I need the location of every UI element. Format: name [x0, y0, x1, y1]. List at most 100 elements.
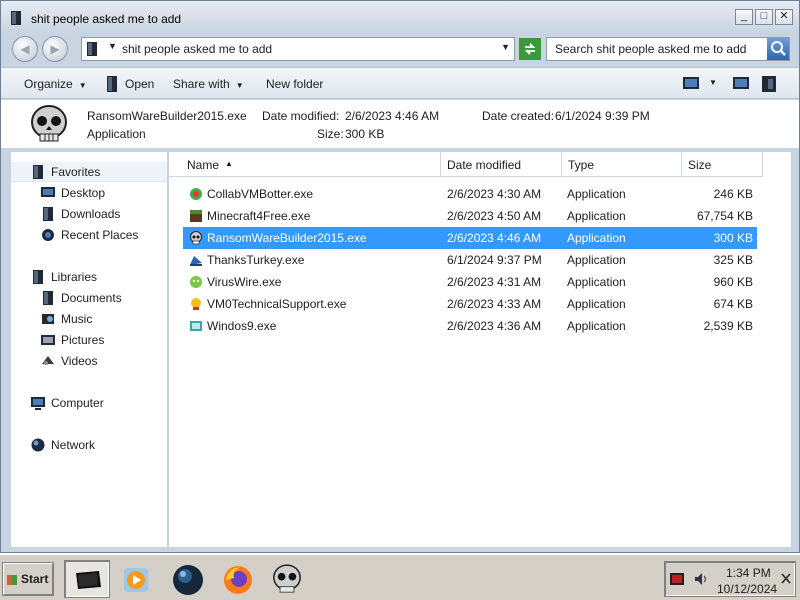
details-created-value: 6/1/2024 9:39 PM	[555, 109, 650, 123]
details-size-label: Size:	[317, 127, 344, 141]
minecraft-app-icon	[190, 210, 202, 222]
sidebar-item-documents[interactable]: Documents	[11, 288, 167, 308]
recent-places-icon	[42, 229, 54, 241]
details-file-type: Application	[87, 127, 146, 141]
sidebar-item-recent-places[interactable]: Recent Places	[11, 225, 167, 245]
file-size: 300 KB	[713, 231, 753, 245]
pictures-icon	[41, 335, 55, 345]
sidebar-item-favorites[interactable]: Favorites	[11, 162, 167, 182]
file-row[interactable]: Minecraft4Free.exe 2/6/2023 4:50 AM Appl…	[183, 205, 757, 227]
address-path[interactable]: shit people asked me to add	[122, 42, 272, 56]
sidebar-item-pictures[interactable]: Pictures	[11, 330, 167, 350]
turkey-app-icon	[190, 256, 202, 266]
column-header-size-label: Size	[688, 158, 712, 172]
forward-button[interactable]: ▶	[42, 36, 68, 62]
title-bar[interactable]: shit people asked me to add _ □ ✕	[1, 1, 799, 33]
taskbar-firefox-button[interactable]	[216, 560, 262, 598]
network-tray-icon[interactable]	[670, 573, 684, 585]
taskbar-globe-button[interactable]	[166, 560, 212, 598]
refresh-icon[interactable]	[519, 38, 541, 60]
address-dropdown-icon[interactable]: ▼	[501, 42, 510, 52]
start-label: Start	[21, 572, 49, 586]
new-folder-button[interactable]: New folder	[266, 77, 323, 91]
file-modified: 2/6/2023 4:30 AM	[447, 187, 542, 201]
videos-icon	[42, 356, 54, 365]
desktop-icon	[41, 187, 55, 197]
maximize-button[interactable]: □	[755, 9, 773, 25]
file-type: Application	[567, 275, 626, 289]
sidebar-item-label: Network	[51, 438, 96, 452]
column-header-date-modified[interactable]: Date modified	[441, 152, 562, 177]
column-header-size[interactable]: Size	[682, 152, 763, 177]
skull-app-icon	[31, 105, 67, 142]
view-options-icon[interactable]	[683, 76, 699, 90]
taskbar-media-player-button[interactable]	[114, 560, 160, 598]
file-name: CollabVMBotter.exe	[207, 187, 314, 201]
file-row-selected[interactable]: RansomWareBuilder2015.exe 2/6/2023 4:46 …	[183, 227, 757, 249]
navigation-pane: Favorites Desktop Downloads Recent Place…	[11, 152, 167, 547]
details-pane: RansomWareBuilder2015.exe Application Da…	[1, 100, 799, 148]
sidebar-item-libraries[interactable]: Libraries	[11, 267, 167, 287]
share-with-button[interactable]: Share with ▼	[173, 77, 244, 91]
windos-app-icon	[190, 321, 202, 331]
media-player-icon	[124, 568, 148, 592]
clock-time[interactable]: 1:34 PM	[726, 566, 771, 580]
explorer-window: shit people asked me to add _ □ ✕ ◀ ▶ ▼ …	[0, 0, 800, 553]
open-button[interactable]: Open	[125, 77, 154, 91]
sidebar-item-label: Downloads	[61, 207, 121, 221]
preview-pane-icon[interactable]	[733, 76, 749, 90]
sidebar-item-music[interactable]: Music	[11, 309, 167, 329]
minimize-button[interactable]: _	[735, 9, 753, 25]
breadcrumb-chevron-icon[interactable]: ▼	[108, 41, 117, 51]
libraries-icon	[33, 270, 43, 284]
column-header-type[interactable]: Type	[562, 152, 682, 177]
sidebar-item-computer[interactable]: Computer	[11, 393, 167, 413]
sidebar-item-videos[interactable]: Videos	[11, 351, 167, 371]
organize-button[interactable]: Organize ▼	[24, 77, 87, 91]
file-list-pane: Name ▲ Date modified Type Size CollabVMB…	[169, 152, 791, 547]
sidebar-item-network[interactable]: Network	[11, 435, 167, 455]
folder-icon	[11, 11, 21, 25]
file-type: Application	[567, 187, 626, 201]
chevron-down-icon: ▼	[235, 81, 244, 90]
file-row[interactable]: CollabVMBotter.exe 2/6/2023 4:30 AM Appl…	[183, 183, 757, 205]
sidebar-item-downloads[interactable]: Downloads	[11, 204, 167, 224]
file-modified: 2/6/2023 4:50 AM	[447, 209, 542, 223]
file-type: Application	[567, 297, 626, 311]
share-with-label: Share with	[173, 77, 230, 91]
search-icon[interactable]	[767, 38, 789, 60]
explorer-icon	[76, 571, 101, 589]
details-modified-label: Date modified:	[262, 109, 340, 123]
sidebar-item-desktop[interactable]: Desktop	[11, 183, 167, 203]
favorites-icon	[33, 165, 43, 179]
chevron-down-icon: ▼	[78, 81, 87, 90]
help-icon[interactable]	[762, 76, 776, 92]
file-modified: 2/6/2023 4:33 AM	[447, 297, 542, 311]
tech-support-app-icon	[191, 298, 201, 310]
taskbar-skull-app-button[interactable]	[264, 560, 310, 598]
forward-arrow-icon: ▶	[50, 42, 60, 56]
view-dropdown-icon[interactable]: ▼	[709, 78, 717, 87]
back-arrow-icon: ◀	[20, 42, 30, 56]
column-header-date-modified-label: Date modified	[447, 158, 522, 172]
close-button[interactable]: ✕	[775, 9, 793, 25]
globe-icon	[173, 565, 203, 595]
file-row[interactable]: VirusWire.exe 2/6/2023 4:31 AM Applicati…	[183, 271, 757, 293]
search-input[interactable]: Search shit people asked me to add	[546, 37, 790, 61]
file-row[interactable]: Windos9.exe 2/6/2023 4:36 AM Application…	[183, 315, 757, 337]
file-row[interactable]: VM0TechnicalSupport.exe 2/6/2023 4:33 AM…	[183, 293, 757, 315]
taskbar-explorer-button[interactable]	[64, 560, 110, 598]
clock-date[interactable]: 10/12/2024	[717, 582, 777, 596]
volume-icon[interactable]	[694, 572, 708, 586]
start-button[interactable]: Start	[2, 562, 54, 596]
file-row[interactable]: ThanksTurkey.exe 6/1/2024 9:37 PM Applic…	[183, 249, 757, 271]
sidebar-item-label: Pictures	[61, 333, 105, 347]
address-bar[interactable]: ▼ shit people asked me to add ▼	[81, 37, 515, 61]
back-button[interactable]: ◀	[12, 36, 38, 62]
column-header-name[interactable]: Name ▲	[169, 152, 441, 177]
folder-icon	[87, 42, 97, 56]
file-size: 674 KB	[713, 297, 753, 311]
details-file-name: RansomWareBuilder2015.exe	[87, 109, 247, 123]
file-type: Application	[567, 231, 626, 245]
notification-icon[interactable]	[780, 573, 792, 585]
